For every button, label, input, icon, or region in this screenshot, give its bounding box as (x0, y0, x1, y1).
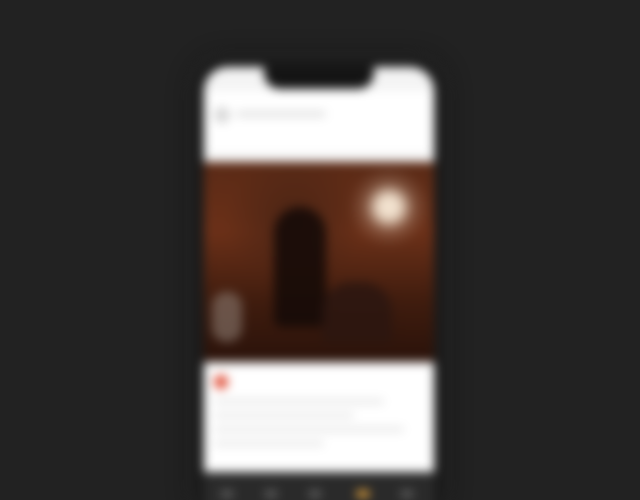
blurred-scene (0, 0, 640, 500)
post-media[interactable] (204, 162, 434, 362)
phone-screen[interactable] (204, 67, 434, 500)
media-performer-figure (274, 207, 326, 327)
bottom-nav (204, 472, 434, 500)
phone-device (190, 55, 448, 500)
app-header (204, 91, 434, 153)
home-icon[interactable] (220, 490, 234, 498)
activity-icon[interactable] (356, 490, 370, 498)
post-author-placeholder (236, 111, 326, 117)
post-body (204, 367, 434, 472)
caption-line (214, 413, 354, 418)
heart-icon[interactable] (214, 375, 228, 389)
media-highlight (212, 292, 242, 342)
profile-icon[interactable] (400, 490, 414, 498)
avatar[interactable] (214, 107, 230, 123)
caption-line (214, 441, 324, 446)
screenshot-canvas (0, 0, 640, 500)
caption-line (214, 427, 404, 432)
caption-line (214, 399, 384, 404)
search-icon[interactable] (264, 490, 278, 498)
add-icon[interactable] (308, 490, 322, 498)
media-instrument-figure (322, 282, 392, 342)
phone-notch (264, 67, 374, 89)
